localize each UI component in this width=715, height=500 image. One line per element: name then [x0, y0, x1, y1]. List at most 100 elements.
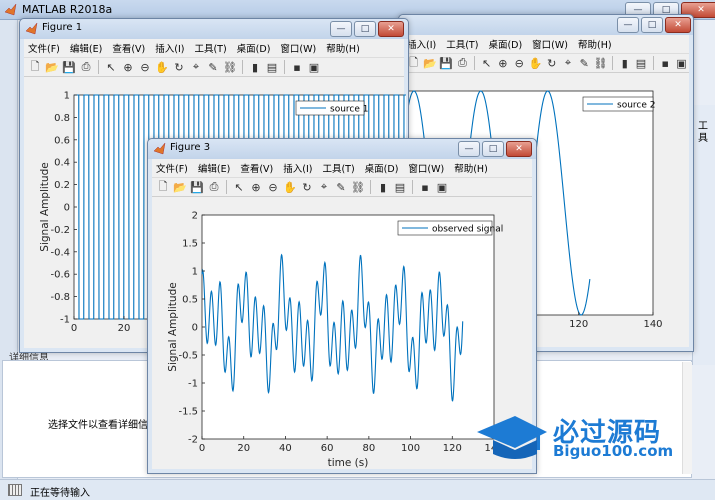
- hide-tools-icon[interactable]: ▪: [658, 55, 673, 71]
- show-tools-icon[interactable]: ▣: [674, 55, 689, 71]
- figure-1-menu-4[interactable]: 工具(T): [194, 41, 226, 55]
- rotate-icon[interactable]: ↻: [171, 59, 187, 75]
- hide-tools-icon[interactable]: ▪: [289, 59, 305, 75]
- save-icon[interactable]: 💾: [189, 179, 205, 195]
- y-tick-label: -0.5: [178, 351, 198, 362]
- print-icon[interactable]: ⎙: [455, 55, 470, 71]
- rotate-icon[interactable]: ↻: [544, 55, 559, 71]
- figure-3-menu-7[interactable]: 帮助(H): [454, 161, 488, 175]
- figure-1-menu-6[interactable]: 窗口(W): [280, 41, 316, 55]
- open-folder-icon[interactable]: 📂: [44, 59, 60, 75]
- figure-3-close-button[interactable]: ✕: [506, 141, 532, 157]
- new-file-icon[interactable]: 🗋: [155, 179, 171, 195]
- figure-1-menu-3[interactable]: 插入(I): [155, 41, 184, 55]
- figure-2-toolbar: 🗋 📂 💾 ⎙ ↖ ⊕ ⊖ ✋ ↻ ⌖ ✎ ⛓ ▮ ▤ ▪ ▣: [403, 53, 689, 73]
- colorbar-icon[interactable]: ▮: [617, 55, 632, 71]
- figure-3-menu-3[interactable]: 插入(I): [283, 161, 312, 175]
- zoom-out-icon[interactable]: ⊖: [265, 179, 281, 195]
- brush-icon[interactable]: ✎: [333, 179, 349, 195]
- figure-2-menu-6[interactable]: 窗口(W): [532, 37, 568, 51]
- new-file-icon[interactable]: 🗋: [27, 59, 43, 75]
- figure-1-title: Figure 1: [42, 22, 83, 33]
- figure-2-menubar: 插入(I) 工具(T) 桌面(D) 窗口(W) 帮助(H): [403, 35, 689, 53]
- hide-tools-icon[interactable]: ▪: [417, 179, 433, 195]
- figure-1-menu-7[interactable]: 帮助(H): [326, 41, 360, 55]
- show-tools-icon[interactable]: ▣: [306, 59, 322, 75]
- brush-icon[interactable]: ✎: [577, 55, 592, 71]
- x-tick-label: 40: [279, 443, 292, 454]
- figure-2-titlebar: — □ ✕: [399, 15, 693, 35]
- pan-icon[interactable]: ✋: [282, 179, 298, 195]
- link-icon[interactable]: ⛓: [222, 59, 238, 75]
- figure-3-menu-0[interactable]: 文件(F): [156, 161, 188, 175]
- legend-label: source 1: [330, 105, 368, 115]
- watermark: 必过源码 Biguo100.com: [475, 410, 675, 465]
- figure-3-menubar: 文件(F) 编辑(E) 查看(V) 插入(I) 工具(T) 桌面(D) 窗口(W) 帮助(H): [152, 159, 532, 177]
- pointer-icon[interactable]: ↖: [103, 59, 119, 75]
- pointer-icon[interactable]: ↖: [231, 179, 247, 195]
- open-folder-icon[interactable]: 📂: [172, 179, 188, 195]
- pointer-icon[interactable]: ↖: [479, 55, 494, 71]
- figure-1-menu-0[interactable]: 文件(F): [28, 41, 60, 55]
- save-icon[interactable]: 💾: [61, 59, 77, 75]
- zoom-in-icon[interactable]: ⊕: [248, 179, 264, 195]
- y-tick-label: 0: [192, 323, 198, 334]
- x-tick-label: 120: [443, 443, 462, 454]
- figure-3-menu-2[interactable]: 查看(V): [240, 161, 273, 175]
- detail-scrollbar[interactable]: [682, 362, 692, 474]
- show-tools-icon[interactable]: ▣: [434, 179, 450, 195]
- print-icon[interactable]: ⎙: [78, 59, 94, 75]
- figure-3-menu-1[interactable]: 编辑(E): [198, 161, 230, 175]
- figure-1-maximize-button[interactable]: □: [354, 21, 376, 37]
- right-tool-strip[interactable]: 工具: [692, 105, 715, 365]
- y-tick-label: 0.4: [54, 158, 70, 169]
- save-icon[interactable]: 💾: [439, 55, 454, 71]
- figure-3-menu-4[interactable]: 工具(T): [322, 161, 354, 175]
- legend-icon[interactable]: ▤: [264, 59, 280, 75]
- figure-1-close-button[interactable]: ✕: [378, 21, 404, 37]
- figure-3-controls: — □ ✕: [458, 141, 532, 157]
- figure-1-minimize-button[interactable]: —: [330, 21, 352, 37]
- data-cursor-icon[interactable]: ⌖: [188, 59, 204, 75]
- zoom-in-icon[interactable]: ⊕: [495, 55, 510, 71]
- figure-3-logo-icon: [153, 142, 166, 155]
- figure-3-menu-5[interactable]: 桌面(D): [365, 161, 399, 175]
- zoom-in-icon[interactable]: ⊕: [120, 59, 136, 75]
- figure-2-close-button[interactable]: ✕: [665, 17, 691, 33]
- print-icon[interactable]: ⎙: [206, 179, 222, 195]
- data-cursor-icon[interactable]: ⌖: [560, 55, 575, 71]
- figure-2-menu-4[interactable]: 工具(T): [446, 37, 478, 51]
- pan-icon[interactable]: ✋: [154, 59, 170, 75]
- tool-strip-label: 工具: [698, 121, 708, 144]
- link-icon[interactable]: ⛓: [593, 55, 608, 71]
- x-tick-label: 20: [237, 443, 250, 454]
- figure-2-menu-5[interactable]: 桌面(D): [488, 37, 522, 51]
- zoom-out-icon[interactable]: ⊖: [137, 59, 153, 75]
- y-tick-label: -0.8: [50, 292, 70, 303]
- data-cursor-icon[interactable]: ⌖: [316, 179, 332, 195]
- pan-icon[interactable]: ✋: [528, 55, 543, 71]
- zoom-out-icon[interactable]: ⊖: [512, 55, 527, 71]
- open-folder-icon[interactable]: 📂: [422, 55, 437, 71]
- figure-3-maximize-button[interactable]: □: [482, 141, 504, 157]
- figure-2-menu-3[interactable]: 插入(I): [407, 37, 436, 51]
- figure-1-menu-2[interactable]: 查看(V): [112, 41, 145, 55]
- figure-3-menu-6[interactable]: 窗口(W): [408, 161, 444, 175]
- colorbar-icon[interactable]: ▮: [247, 59, 263, 75]
- main-window-title: MATLAB R2018a: [22, 3, 113, 16]
- legend-icon[interactable]: ▤: [633, 55, 648, 71]
- rotate-icon[interactable]: ↻: [299, 179, 315, 195]
- figure-3-title: Figure 3: [170, 142, 211, 153]
- figure-2-menu-7[interactable]: 帮助(H): [578, 37, 612, 51]
- legend-icon[interactable]: ▤: [392, 179, 408, 195]
- figure-1-menu-5[interactable]: 桌面(D): [237, 41, 271, 55]
- y-tick-label: 0.2: [54, 180, 70, 191]
- figure-2-maximize-button[interactable]: □: [641, 17, 663, 33]
- link-icon[interactable]: ⛓: [350, 179, 366, 195]
- colorbar-icon[interactable]: ▮: [375, 179, 391, 195]
- figure-3-titlebar: Figure 3 — □ ✕: [148, 139, 536, 159]
- figure-3-minimize-button[interactable]: —: [458, 141, 480, 157]
- figure-1-menu-1[interactable]: 编辑(E): [70, 41, 102, 55]
- figure-2-minimize-button[interactable]: —: [617, 17, 639, 33]
- brush-icon[interactable]: ✎: [205, 59, 221, 75]
